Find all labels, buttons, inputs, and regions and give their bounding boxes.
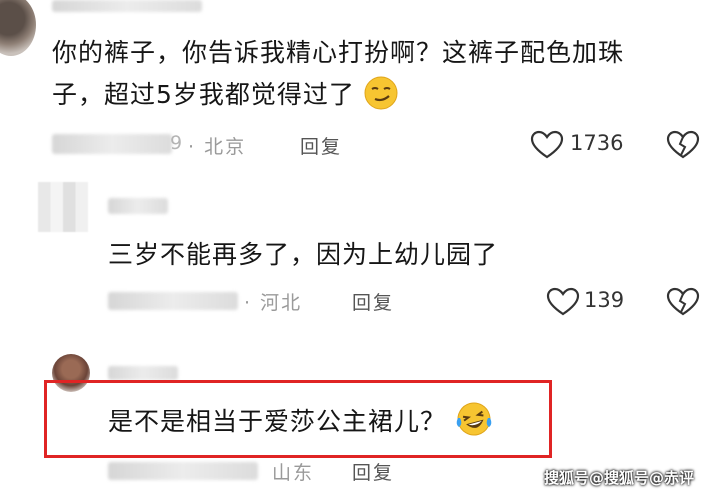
comment-text: 三岁不能再多了，因为上幼儿园了 (108, 240, 499, 269)
comment-line: 子，超过5岁我都觉得过了 (52, 80, 355, 109)
location: 山东 (272, 462, 315, 484)
date-blurred (52, 134, 172, 154)
watermark: 搜狐号@搜狐号@赤评 (543, 469, 694, 487)
reply-button[interactable]: 回复 (300, 132, 342, 159)
like-count: 1736 (570, 131, 624, 155)
comment-text: 你的裤子，你告诉我精心打扮啊？这裤子配色加珠 子，超过5岁我都觉得过了 (52, 32, 624, 116)
broken-heart-icon[interactable] (666, 287, 700, 317)
username-blurred[interactable] (108, 366, 178, 380)
comment-text: 是不是相当于爱莎公主裙儿？ (108, 400, 493, 443)
avatar[interactable] (0, 0, 36, 56)
date-blurred (108, 292, 238, 310)
reply-button[interactable]: 回复 (352, 288, 394, 315)
smirk-emoji (364, 76, 398, 110)
like-count: 139 (584, 288, 625, 312)
username-blurred[interactable] (52, 0, 202, 12)
laughing-tears-emoji (456, 402, 492, 436)
comment-line: 你的裤子，你告诉我精心打扮啊？这裤子配色加珠 (52, 38, 625, 67)
heart-icon[interactable] (530, 130, 564, 160)
username-blurred[interactable] (108, 198, 168, 214)
date-fragment: 9 (170, 132, 185, 154)
location: · 北京 (188, 136, 247, 158)
date-blurred (108, 462, 258, 480)
broken-heart-icon[interactable] (666, 130, 700, 160)
reply-button[interactable]: 回复 (352, 458, 394, 485)
heart-icon[interactable] (546, 287, 580, 317)
location: · 河北 (244, 292, 303, 314)
avatar[interactable] (38, 182, 88, 232)
comment-line: 是不是相当于爱莎公主裙儿？ (108, 407, 447, 436)
